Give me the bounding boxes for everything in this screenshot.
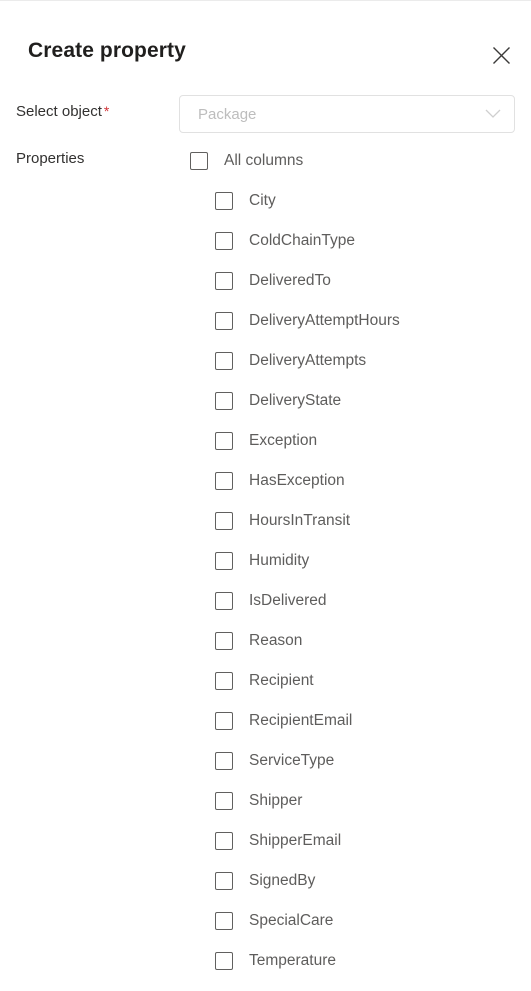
checkbox-item[interactable]: HoursInTransit — [0, 501, 531, 541]
checkbox-box[interactable] — [215, 512, 233, 530]
properties-label: Properties — [16, 150, 85, 167]
checkbox-item[interactable]: City — [0, 181, 531, 221]
properties-section: Properties All columns City ColdChainType… — [0, 141, 531, 981]
create-property-panel: Create property Select object * Package P… — [0, 0, 531, 991]
checkbox-item[interactable]: Exception — [0, 421, 531, 461]
checkbox-label: DeliveredTo — [249, 272, 331, 289]
column-checkbox-list: City ColdChainType DeliveredTo DeliveryAtte… — [0, 181, 531, 981]
page-title: Create property — [28, 39, 186, 62]
checkbox-item[interactable]: DeliveredTo — [0, 261, 531, 301]
checkbox-label: Humidity — [249, 552, 310, 569]
checkbox-item[interactable]: DeliveryAttemptHours — [0, 301, 531, 341]
checkbox-box[interactable] — [215, 272, 233, 290]
checkbox-item[interactable]: SpecialCare — [0, 901, 531, 941]
checkbox-label: DeliveryAttempts — [249, 352, 367, 369]
checkbox-label: ServiceType — [249, 752, 335, 769]
checkbox-item[interactable]: Reason — [0, 621, 531, 661]
checkbox-box[interactable] — [215, 352, 233, 370]
checkbox-item[interactable]: ShipperEmail — [0, 821, 531, 861]
checkbox-label: SignedBy — [249, 872, 316, 889]
panel-header: Create property — [0, 1, 531, 87]
checkbox-box[interactable] — [215, 712, 233, 730]
checkbox-item[interactable]: Temperature — [0, 941, 531, 981]
checkbox-box[interactable] — [215, 752, 233, 770]
checkbox-box[interactable] — [215, 472, 233, 490]
select-object-value: Package — [198, 105, 257, 123]
close-button[interactable] — [481, 35, 521, 75]
checkbox-label: SpecialCare — [249, 912, 334, 929]
select-object-label-text: Select object — [16, 103, 102, 120]
checkbox-item[interactable]: HasException — [0, 461, 531, 501]
checkbox-label: DeliveryAttemptHours — [249, 312, 400, 329]
close-icon — [492, 46, 511, 65]
checkbox-box[interactable] — [215, 552, 233, 570]
checkbox-label: HasException — [249, 472, 345, 489]
checkbox-box[interactable] — [215, 232, 233, 250]
checkbox-box[interactable] — [215, 312, 233, 330]
checkbox-box[interactable] — [215, 592, 233, 610]
checkbox-box[interactable] — [190, 152, 208, 170]
checkbox-label: City — [249, 192, 276, 209]
checkbox-box[interactable] — [215, 632, 233, 650]
checkbox-item[interactable]: DeliveryAttempts — [0, 341, 531, 381]
select-object-dropdown[interactable]: Package — [179, 95, 515, 133]
checkbox-label: ShipperEmail — [249, 832, 342, 849]
checkbox-box[interactable] — [215, 832, 233, 850]
checkbox-label: Recipient — [249, 672, 314, 689]
chevron-down-icon — [472, 109, 514, 119]
checkbox-item[interactable]: IsDelivered — [0, 581, 531, 621]
checkbox-item[interactable]: SignedBy — [0, 861, 531, 901]
checkbox-box[interactable] — [215, 952, 233, 970]
required-asterisk: * — [103, 103, 110, 119]
checkbox-label: Reason — [249, 632, 303, 649]
checkbox-box[interactable] — [215, 192, 233, 210]
checkbox-box[interactable] — [215, 672, 233, 690]
checkbox-label: DeliveryState — [249, 392, 342, 409]
select-object-label: Select object * — [16, 103, 109, 120]
checkbox-box[interactable] — [215, 872, 233, 890]
checkbox-box[interactable] — [215, 432, 233, 450]
checkbox-label: ColdChainType — [249, 232, 355, 249]
checkbox-item[interactable]: RecipientEmail — [0, 701, 531, 741]
checkbox-box[interactable] — [215, 792, 233, 810]
checkbox-label: HoursInTransit — [249, 512, 351, 529]
select-object-row: Select object * Package — [0, 87, 531, 141]
checkbox-item[interactable]: ColdChainType — [0, 221, 531, 261]
checkbox-item[interactable]: ServiceType — [0, 741, 531, 781]
checkbox-label: Exception — [249, 432, 318, 449]
checkbox-item[interactable]: Humidity — [0, 541, 531, 581]
checkbox-label: RecipientEmail — [249, 712, 353, 729]
checkbox-label: Temperature — [249, 952, 337, 969]
checkbox-label: All columns — [224, 152, 304, 169]
checkbox-item[interactable]: Shipper — [0, 781, 531, 821]
checkbox-box[interactable] — [215, 912, 233, 930]
checkbox-item[interactable]: Recipient — [0, 661, 531, 701]
checkbox-label: IsDelivered — [249, 592, 327, 609]
checkbox-box[interactable] — [215, 392, 233, 410]
checkbox-item[interactable]: DeliveryState — [0, 381, 531, 421]
checkbox-label: Shipper — [249, 792, 303, 809]
